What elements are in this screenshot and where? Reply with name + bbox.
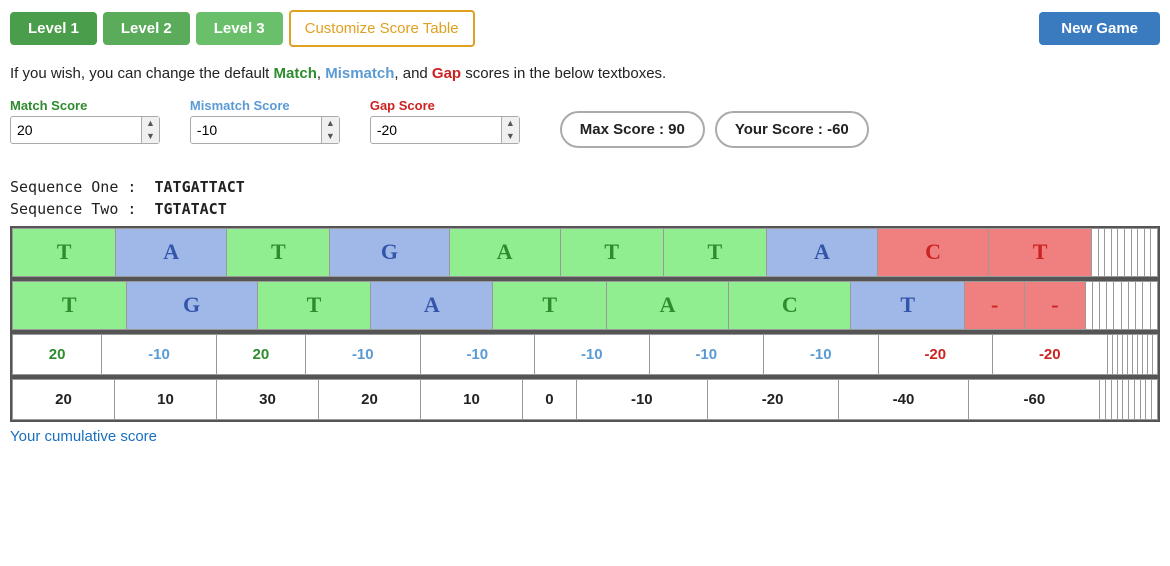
score-cell: -10 [420,334,535,374]
seq1-cell: T [560,228,663,276]
info-suffix: scores in the below textboxes. [461,65,666,82]
match-score-up[interactable]: ▲ [142,117,159,130]
cumul-cell: 30 [217,379,319,419]
seq2-cell: G [126,281,257,329]
sequence-two-label: Sequence Two : TGTATACT [10,200,1160,218]
level3-button[interactable]: Level 3 [196,12,283,45]
seq1-cell: C [877,228,988,276]
score-cell: 20 [216,334,305,374]
seq2-cell: T [851,281,965,329]
seq1-cell: T [663,228,766,276]
seq1-cell: A [449,228,560,276]
mismatch-word: Mismatch [325,65,394,82]
cumul-cell: -20 [707,379,838,419]
match-score-input[interactable] [11,118,141,142]
cumul-cell: 10 [421,379,523,419]
seq1-cell: T [989,228,1092,276]
cumul-cell: 20 [319,379,421,419]
match-score-spinner: ▲ ▼ [141,117,159,143]
mismatch-score-input[interactable] [191,118,321,142]
new-game-button[interactable]: New Game [1039,12,1160,45]
seq2-cell [1136,281,1143,329]
score-controls: Match Score ▲ ▼ Mismatch Score ▲ ▼ G [10,98,1160,162]
gap-score-label: Gap Score [370,98,520,113]
score-badges: Max Score : 90 Your Score : -60 [560,111,869,148]
mismatch-score-label: Mismatch Score [190,98,340,113]
match-score-label: Match Score [10,98,160,113]
seq1-cell: A [116,228,227,276]
gap-score-spinner: ▲ ▼ [501,117,519,143]
seq2-cell: A [371,281,493,329]
info-prefix: If you wish, you can change the default [10,65,274,82]
seq2-cell: - [965,281,1025,329]
mismatch-score-spinner: ▲ ▼ [321,117,339,143]
score-cell: -10 [535,334,650,374]
gap-score-field: Gap Score ▲ ▼ [370,98,520,144]
seq2-cell: T [257,281,371,329]
seq2-cell: A [607,281,729,329]
seq2-cell [1143,281,1150,329]
sequence-one-label: Sequence One : TATGATTACT [10,178,1160,196]
match-score-field: Match Score ▲ ▼ [10,98,160,144]
cumul-cell [1152,379,1158,419]
mismatch-score-input-wrap: ▲ ▼ [190,116,340,144]
mismatch-score-up[interactable]: ▲ [322,117,339,130]
level2-button[interactable]: Level 2 [103,12,190,45]
gap-score-up[interactable]: ▲ [502,117,519,130]
score-cell: -10 [649,334,764,374]
match-word: Match [274,65,317,82]
seq1-cell: T [13,228,116,276]
seq1-cell: T [227,228,330,276]
seq2-cell [1121,281,1128,329]
cumul-cell: -40 [838,379,969,419]
alignment-container: TATGATTACTTGTATACT--20-1020-10-10-10-10-… [10,226,1160,422]
gap-score-down[interactable]: ▼ [502,130,519,143]
toolbar: Level 1 Level 2 Level 3 Customize Score … [10,10,1160,47]
match-score-input-wrap: ▲ ▼ [10,116,160,144]
seq2-cell [1100,281,1107,329]
customize-button[interactable]: Customize Score Table [289,10,475,47]
info-comma1: , [317,65,325,82]
score-cell: 20 [13,334,102,374]
info-and: , and [394,65,432,82]
seq2-cell [1092,281,1099,329]
cumulative-score-link[interactable]: Your cumulative score [10,428,157,445]
score-cell: -20 [993,334,1108,374]
seq1-cell [1151,228,1158,276]
mismatch-score-field: Mismatch Score ▲ ▼ [190,98,340,144]
seq2-cell [1128,281,1135,329]
seq2-cell: C [729,281,851,329]
score-cell [1152,334,1157,374]
seq2-cell: - [1025,281,1085,329]
info-text: If you wish, you can change the default … [10,65,1160,82]
match-score-down[interactable]: ▼ [142,130,159,143]
cumul-cell: 10 [115,379,217,419]
your-score-badge: Your Score : -60 [715,111,869,148]
level1-button[interactable]: Level 1 [10,12,97,45]
max-score-badge: Max Score : 90 [560,111,705,148]
cumul-cell: -10 [576,379,707,419]
gap-score-input-wrap: ▲ ▼ [370,116,520,144]
seq2-cell [1085,281,1092,329]
score-cell: -10 [102,334,217,374]
mismatch-score-down[interactable]: ▼ [322,130,339,143]
seq2-cell: T [13,281,127,329]
gap-score-input[interactable] [371,118,501,142]
score-cell: -10 [306,334,421,374]
cumul-cell: 0 [523,379,577,419]
seq2-cell [1114,281,1121,329]
cumul-cell: -60 [969,379,1100,419]
seq2-cell [1150,281,1157,329]
score-cell: -20 [878,334,993,374]
seq1-cell: A [766,228,877,276]
seq2-cell [1107,281,1114,329]
seq1-cell: G [330,228,449,276]
score-cell: -10 [764,334,879,374]
cumul-cell: 20 [13,379,115,419]
score-inputs: Match Score ▲ ▼ Mismatch Score ▲ ▼ G [10,98,520,144]
gap-word: Gap [432,65,461,82]
seq2-cell: T [493,281,607,329]
